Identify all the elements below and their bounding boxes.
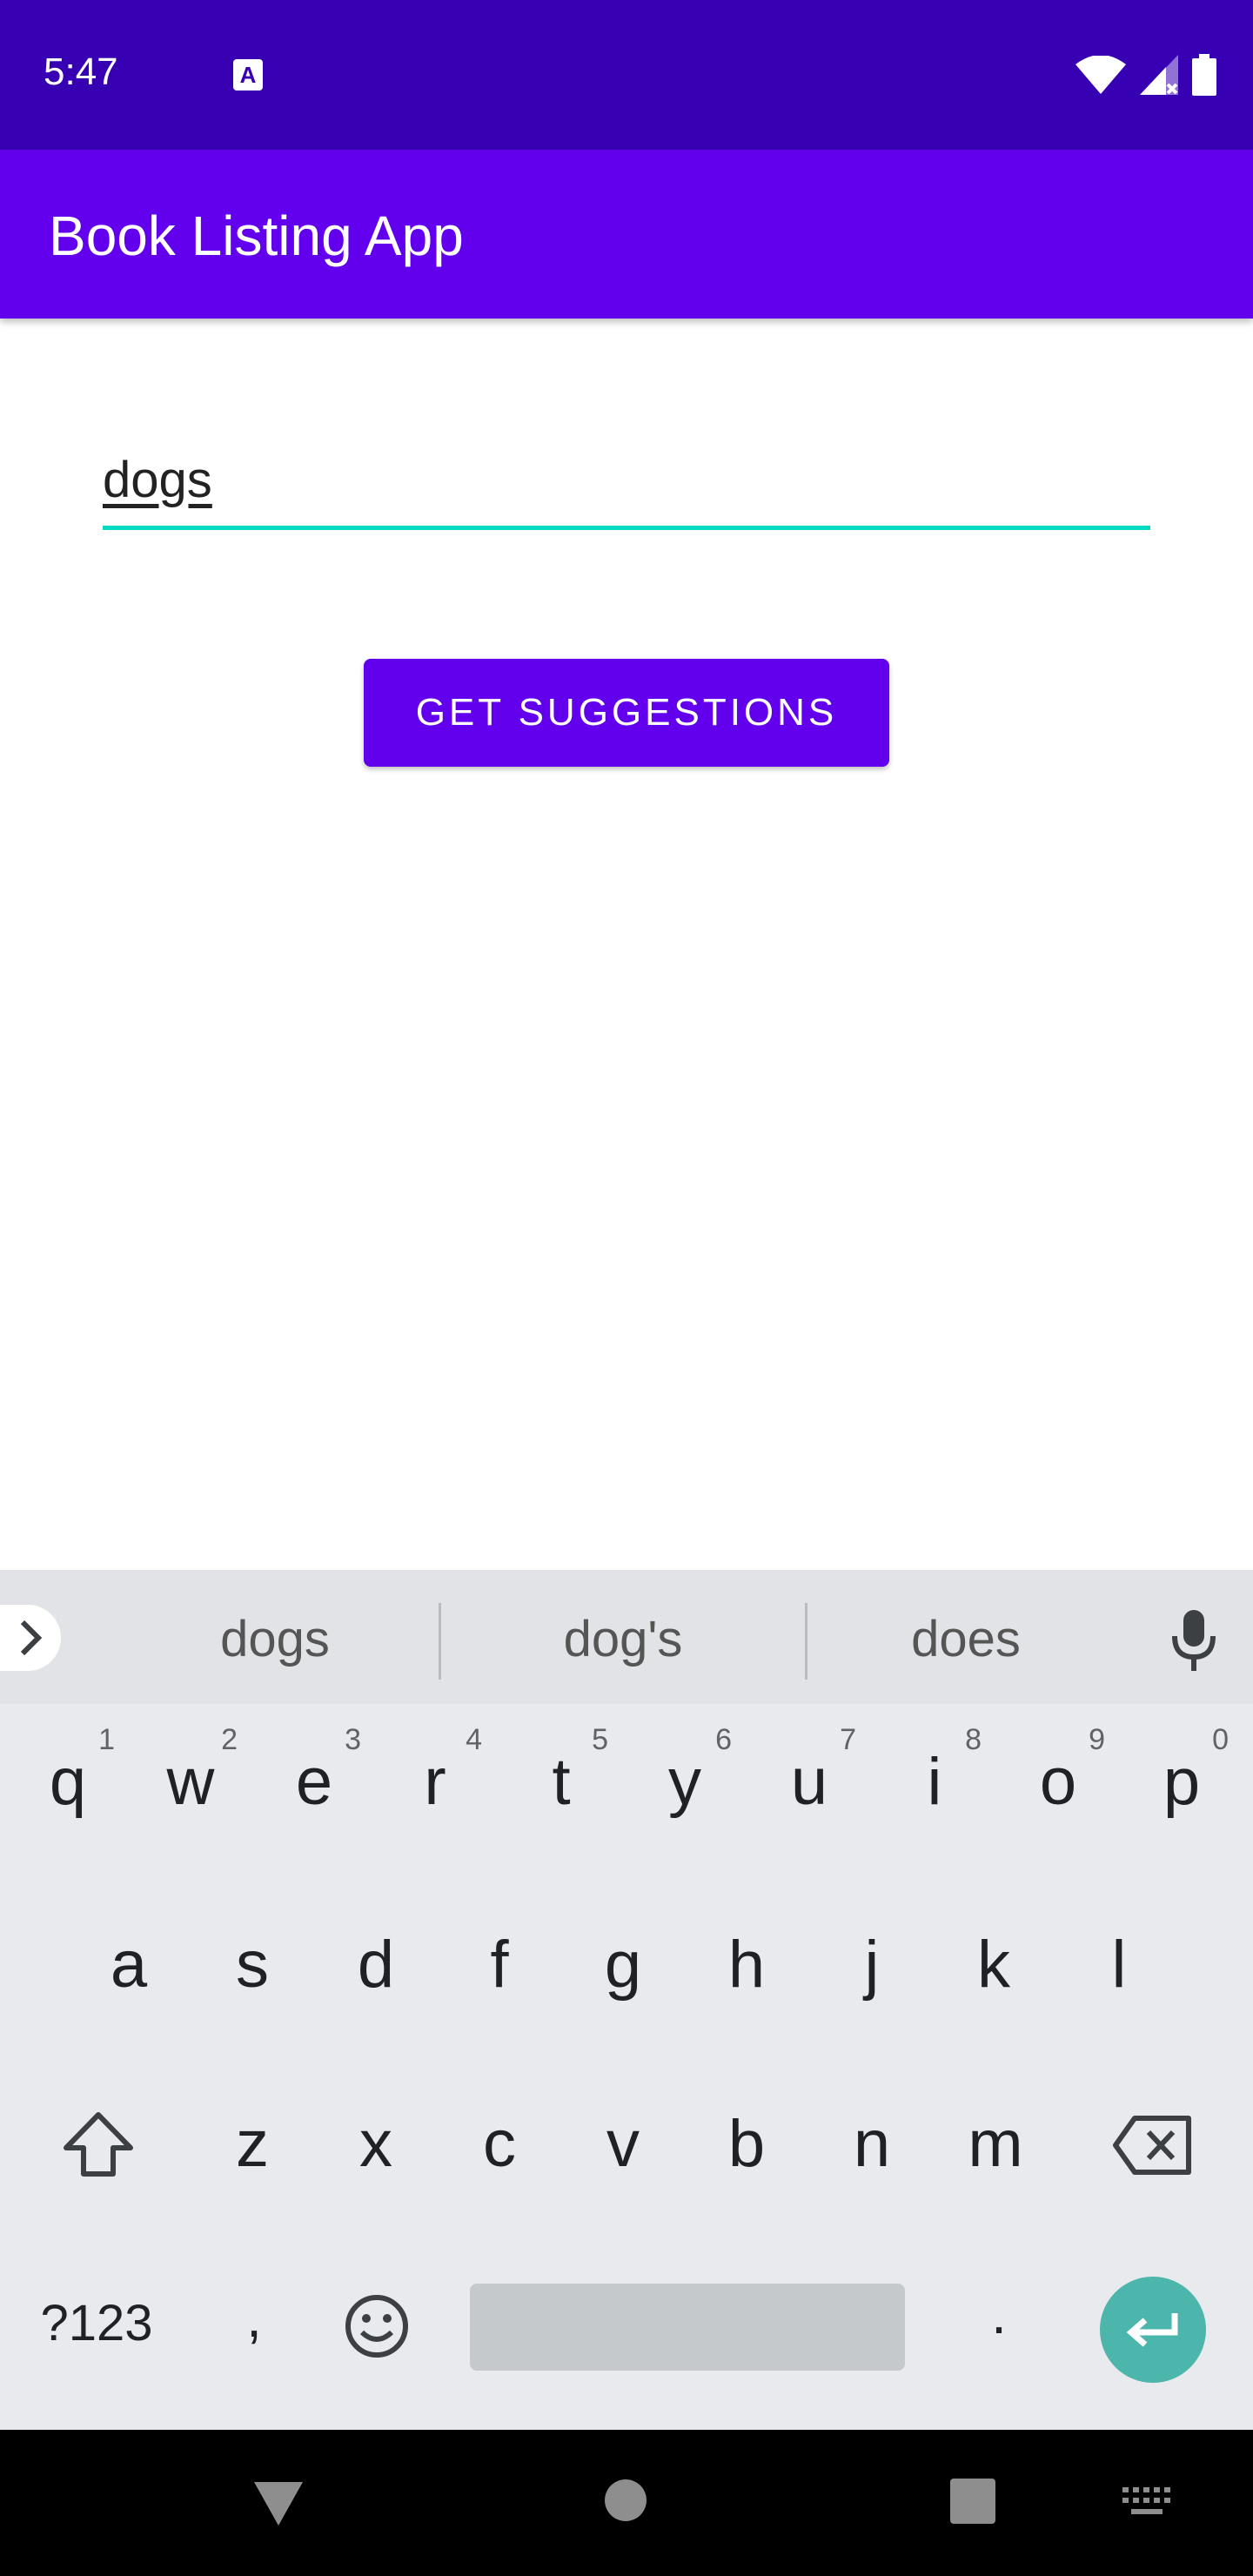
key-hint: 2 <box>221 1723 238 1756</box>
status-bar: 5:47 A <box>0 0 1253 150</box>
key-hint: 0 <box>1212 1723 1229 1756</box>
key-label: o <box>1039 1745 1077 1819</box>
key-hint: 3 <box>345 1723 361 1756</box>
enter-button[interactable] <box>1100 2277 1206 2383</box>
key-label: t <box>552 1745 571 1819</box>
key-label: p <box>1163 1745 1201 1819</box>
key-q[interactable]: q1 <box>33 1723 115 1820</box>
key-f[interactable]: f <box>465 1927 534 2002</box>
key-z[interactable]: z <box>218 2106 287 2182</box>
home-circle-icon[interactable] <box>604 2479 647 2522</box>
symbols-key[interactable]: ?123 <box>31 2294 162 2352</box>
back-triangle-icon[interactable] <box>252 2480 305 2527</box>
suggestion-strip: dogs dog's does <box>0 1570 1253 1704</box>
get-suggestions-button[interactable]: GET SUGGESTIONS <box>364 659 889 767</box>
key-a[interactable]: a <box>94 1927 164 2002</box>
key-k[interactable]: k <box>959 1927 1029 2002</box>
key-label: q <box>49 1745 87 1819</box>
cell-signal-icon <box>1140 55 1178 95</box>
key-d[interactable]: d <box>341 1927 411 2002</box>
key-hint: 7 <box>840 1723 856 1756</box>
key-s[interactable]: s <box>218 1927 287 2002</box>
chevron-right-icon <box>20 1620 43 1656</box>
key-g[interactable]: g <box>588 1927 658 2002</box>
enter-arrow-icon <box>1126 2313 1178 2347</box>
key-label: u <box>790 1745 828 1819</box>
key-label: w <box>166 1745 215 1819</box>
key-c[interactable]: c <box>465 2106 534 2182</box>
key-b[interactable]: b <box>712 2106 781 2182</box>
key-hint: 8 <box>965 1723 982 1756</box>
key-hint: 9 <box>1089 1723 1105 1756</box>
suggestion-2[interactable]: dog's <box>484 1605 762 1674</box>
recents-square-icon[interactable] <box>950 2479 995 2524</box>
key-y[interactable]: y6 <box>650 1723 732 1820</box>
emoji-icon[interactable] <box>343 2292 411 2360</box>
key-r[interactable]: r4 <box>400 1723 482 1820</box>
soft-keyboard: dogs dog's does q1w2e3r4t5y6u7i8o9p0 asd… <box>0 1570 1253 2430</box>
status-icons <box>1075 52 1216 97</box>
backspace-icon[interactable] <box>1112 2115 1192 2176</box>
app-title: Book Listing App <box>49 205 464 267</box>
key-w[interactable]: w2 <box>156 1723 238 1820</box>
navigation-bar <box>0 2430 1253 2576</box>
key-h[interactable]: h <box>712 1927 781 2002</box>
comma-key[interactable]: , <box>228 2285 280 2350</box>
key-l[interactable]: l <box>1084 1927 1154 2002</box>
key-hint: 1 <box>98 1723 115 1756</box>
wifi-icon <box>1075 56 1126 94</box>
key-v[interactable]: v <box>588 2106 658 2182</box>
key-p[interactable]: p0 <box>1147 1723 1229 1820</box>
expand-toolbar-button[interactable] <box>0 1605 61 1671</box>
key-label: e <box>295 1745 333 1819</box>
font-a-icon: A <box>233 59 263 91</box>
key-j[interactable]: j <box>837 1927 907 2002</box>
key-label: y <box>668 1745 701 1819</box>
suggestion-divider <box>439 1603 441 1680</box>
space-bar[interactable] <box>470 2284 905 2371</box>
shift-icon[interactable] <box>61 2110 136 2179</box>
app-bar: Book Listing App <box>0 150 1253 319</box>
key-n[interactable]: n <box>837 2106 907 2182</box>
suggestion-divider <box>805 1603 807 1680</box>
key-hint: 5 <box>592 1723 608 1756</box>
suggestion-1[interactable]: dogs <box>139 1605 411 1674</box>
status-time: 5:47 <box>44 50 118 93</box>
suggestion-3[interactable]: does <box>835 1605 1096 1674</box>
key-t[interactable]: t5 <box>526 1723 608 1820</box>
key-hint: 4 <box>466 1723 482 1756</box>
search-input[interactable] <box>103 451 1150 509</box>
key-i[interactable]: i8 <box>900 1723 982 1820</box>
battery-icon <box>1192 54 1216 96</box>
key-label: i <box>927 1745 942 1819</box>
key-m[interactable]: m <box>961 2106 1030 2182</box>
key-e[interactable]: e3 <box>279 1723 361 1820</box>
search-field-container[interactable] <box>103 446 1150 530</box>
key-u[interactable]: u7 <box>774 1723 856 1820</box>
key-label: r <box>424 1745 446 1819</box>
keyboard-switch-icon[interactable] <box>1122 2487 1173 2517</box>
key-hint: 6 <box>715 1723 732 1756</box>
key-o[interactable]: o9 <box>1023 1723 1105 1820</box>
key-x[interactable]: x <box>341 2106 411 2182</box>
microphone-icon[interactable] <box>1168 1607 1220 1673</box>
period-key[interactable]: . <box>973 2282 1025 2346</box>
